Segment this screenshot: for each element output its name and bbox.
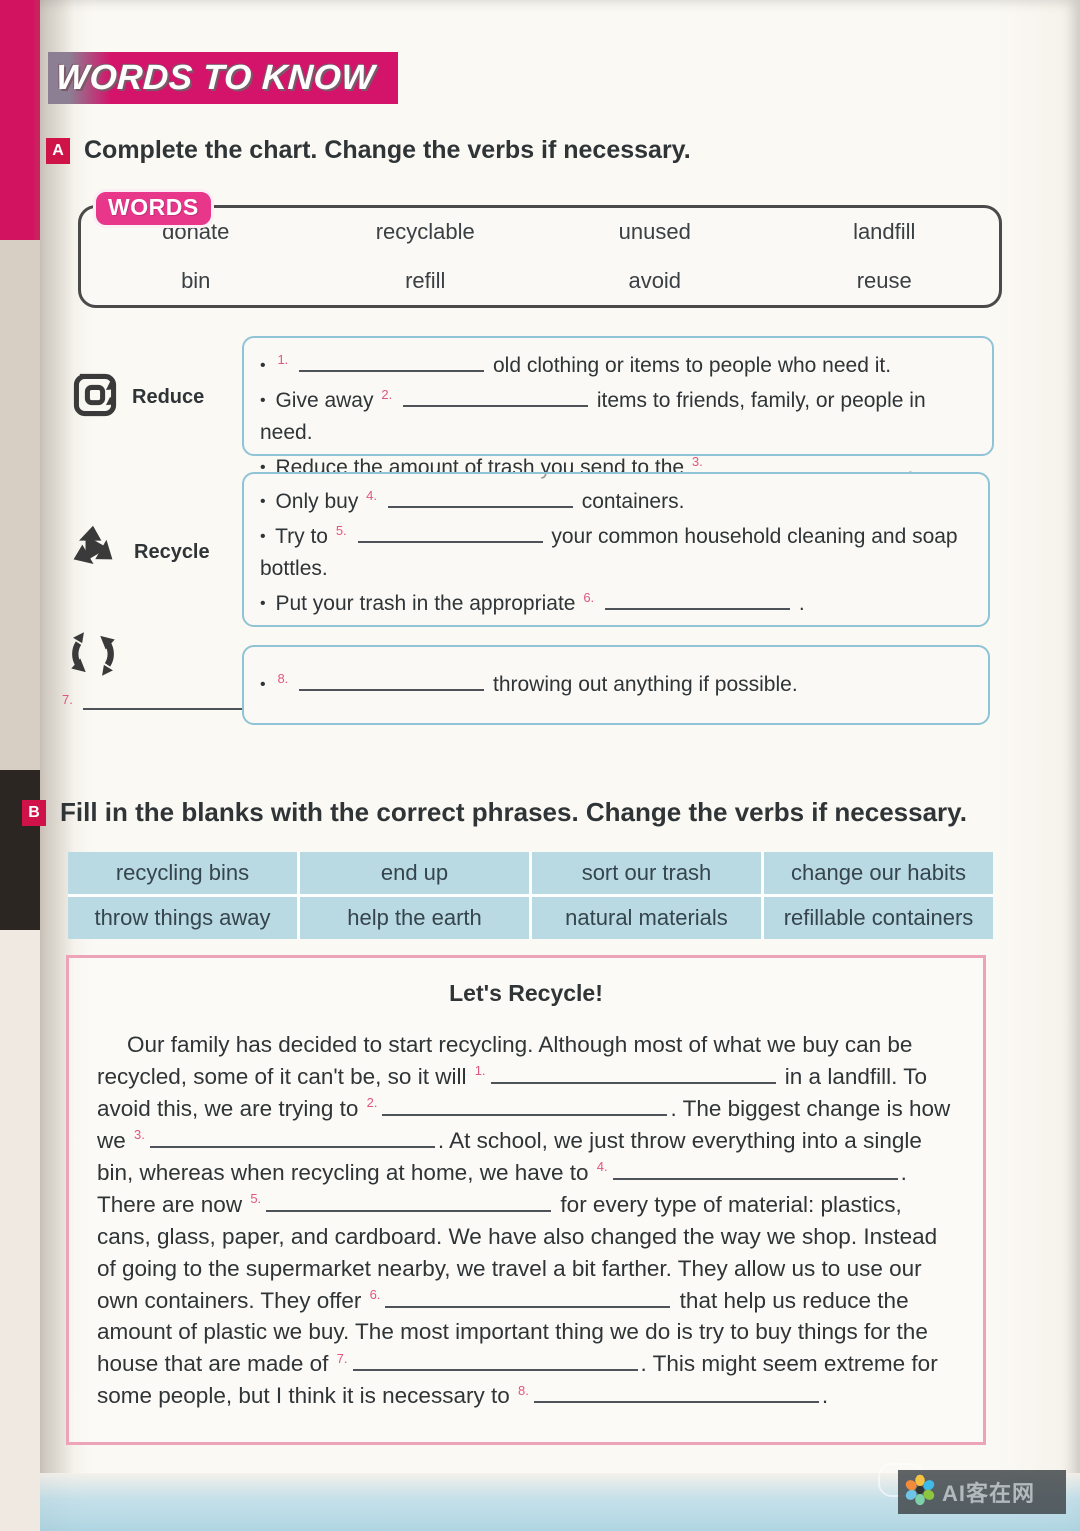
word-bank-item: recyclable [375, 219, 475, 245]
phrase-bank: recycling bins end up sort our trash cha… [68, 852, 993, 939]
passage-blank-6[interactable] [385, 1287, 671, 1308]
reuse-item-8: • 8. throwing out anything if possible. [260, 669, 798, 702]
recycle-icon [62, 522, 124, 583]
answer-blank-5[interactable] [357, 522, 543, 543]
passage-text: . [821, 1383, 829, 1409]
watermark-text: AI客在网 [942, 1481, 1036, 1506]
blank-number: 1. [277, 352, 289, 367]
word-bank-item: unused [618, 219, 691, 245]
phrase-bank-item[interactable]: change our habits [764, 852, 993, 894]
bullet-icon: • [260, 391, 266, 409]
passage-blank-1[interactable] [490, 1063, 776, 1084]
word-bank-item: landfill [853, 219, 916, 245]
phrase-bank-item[interactable]: help the earth [300, 897, 529, 939]
blank-number: 2. [381, 386, 393, 402]
bullet-icon: • [260, 357, 266, 375]
word-bank-badge: WORDS [93, 189, 214, 228]
bullet-icon: • [260, 493, 266, 511]
passage-blank-2[interactable] [382, 1095, 668, 1116]
answer-blank-3[interactable] [713, 453, 899, 474]
item-text: . [798, 591, 805, 615]
item-text-pre: Only buy [275, 490, 359, 513]
blank-number: 8. [277, 670, 289, 686]
item-text: throwing out anything if possible. [492, 672, 798, 696]
phrase-bank-item[interactable]: refillable containers [764, 897, 993, 939]
blank-number: 5. [335, 522, 347, 538]
passage-blank-8[interactable] [533, 1382, 819, 1404]
passage-title: Let's Recycle! [449, 980, 603, 1006]
bullet-icon: • [260, 527, 266, 545]
phrase-bank-item[interactable]: natural materials [532, 897, 761, 939]
blank-number: 7. [62, 692, 73, 707]
passage-blank-4[interactable] [612, 1159, 898, 1180]
instruction-b-text: Fill in the blanks with the correct phra… [60, 797, 967, 827]
section-banner: WORDS TO KNOW [48, 52, 398, 104]
instruction-a: A Complete the chart. Change the verbs i… [46, 136, 691, 165]
reuse-label-blank-cell: 7. [60, 690, 244, 714]
reuse-arrows-icon [64, 625, 122, 688]
answer-blank-1[interactable] [299, 351, 485, 372]
item-text: containers. [581, 490, 685, 513]
passage-blank-5[interactable] [266, 1191, 552, 1212]
reuse-answer-box: • 8. throwing out anything if possible. [242, 645, 990, 725]
page-content: WORDS TO KNOW A Complete the chart. Chan… [0, 0, 1080, 1531]
word-bank-box: donate recyclable unused landfill bin re… [78, 205, 1002, 308]
word-bank-item: bin [181, 267, 211, 293]
recycle-item-6: • Put your trash in the appropriate 6. . [260, 588, 972, 621]
passage-blank-3[interactable] [149, 1127, 435, 1148]
blank-number: 7. [336, 1350, 348, 1366]
answer-blank-2[interactable] [403, 386, 589, 407]
passage-body: Our family has decided to start recyclin… [97, 1029, 955, 1412]
word-bank-grid: donate recyclable unused landfill bin re… [81, 208, 999, 305]
blank-number: 1. [474, 1063, 486, 1079]
word-bank-item: refill [405, 267, 446, 293]
phrase-bank-item[interactable]: end up [300, 852, 529, 894]
blank-number: 2. [366, 1095, 378, 1111]
blank-number: 6. [583, 589, 595, 605]
recycle-item-4: • Only buy 4. containers. [260, 486, 972, 519]
reduce-label: Reduce [132, 386, 205, 408]
answer-blank-7[interactable] [83, 690, 244, 710]
banner-title: WORDS TO KNOW [55, 58, 376, 97]
blank-number: 6. [369, 1287, 381, 1302]
recycle-item-5: • Try to 5. your common household cleani… [260, 521, 972, 586]
blank-number: 8. [517, 1382, 529, 1398]
reduce-item-2: • Give away 2. items to friends, family,… [260, 385, 976, 450]
item-text-pre: Put your trash in the appropriate [275, 591, 576, 615]
blank-number: 4. [366, 488, 378, 503]
blank-number: 4. [596, 1159, 608, 1175]
answer-blank-6[interactable] [605, 589, 790, 610]
blank-number: 3. [134, 1127, 145, 1143]
word-bank-item: reuse [856, 267, 912, 293]
item-text: old clothing or items to people who need… [492, 354, 892, 377]
recycle-label: Recycle [134, 541, 210, 563]
section-marker-b: B [22, 799, 46, 826]
recycle-row-icon-cell: Recycle [62, 522, 210, 583]
passage-box: Let's Recycle! Our family has decided to… [66, 955, 986, 1445]
phrase-bank-item[interactable]: sort our trash [532, 852, 761, 894]
flower-logo-icon [904, 1474, 936, 1511]
reduce-row-icon-cell: Reduce [68, 368, 204, 427]
passage-blank-7[interactable] [352, 1350, 638, 1372]
item-text-pre: Give away [275, 388, 374, 412]
item-text-pre: Try to [275, 524, 328, 548]
reuse-row-icon-cell [64, 625, 122, 688]
blank-number: 3. [691, 453, 703, 469]
instruction-b: B Fill in the blanks with the correct ph… [22, 797, 967, 828]
phrase-bank-item[interactable]: throw things away [68, 897, 297, 939]
phrase-bank-item[interactable]: recycling bins [68, 852, 297, 894]
recycle-answer-box: • Only buy 4. containers. • Try to 5. yo… [242, 472, 990, 627]
answer-blank-8[interactable] [299, 670, 485, 691]
bullet-icon: • [260, 675, 266, 693]
reduce-item-1: • 1. old clothing or items to people who… [260, 350, 976, 383]
blank-number: 5. [250, 1191, 262, 1207]
reduce-icon [68, 368, 122, 427]
answer-blank-4[interactable] [387, 487, 573, 508]
word-bank-item: avoid [628, 267, 682, 293]
reduce-answer-box: • 1. old clothing or items to people who… [242, 336, 994, 479]
watermark: AI客在网 [898, 1470, 1066, 1514]
bullet-icon: • [260, 594, 266, 612]
instruction-a-text: Complete the chart. Change the verbs if … [84, 136, 691, 164]
section-marker-a: A [46, 137, 70, 164]
